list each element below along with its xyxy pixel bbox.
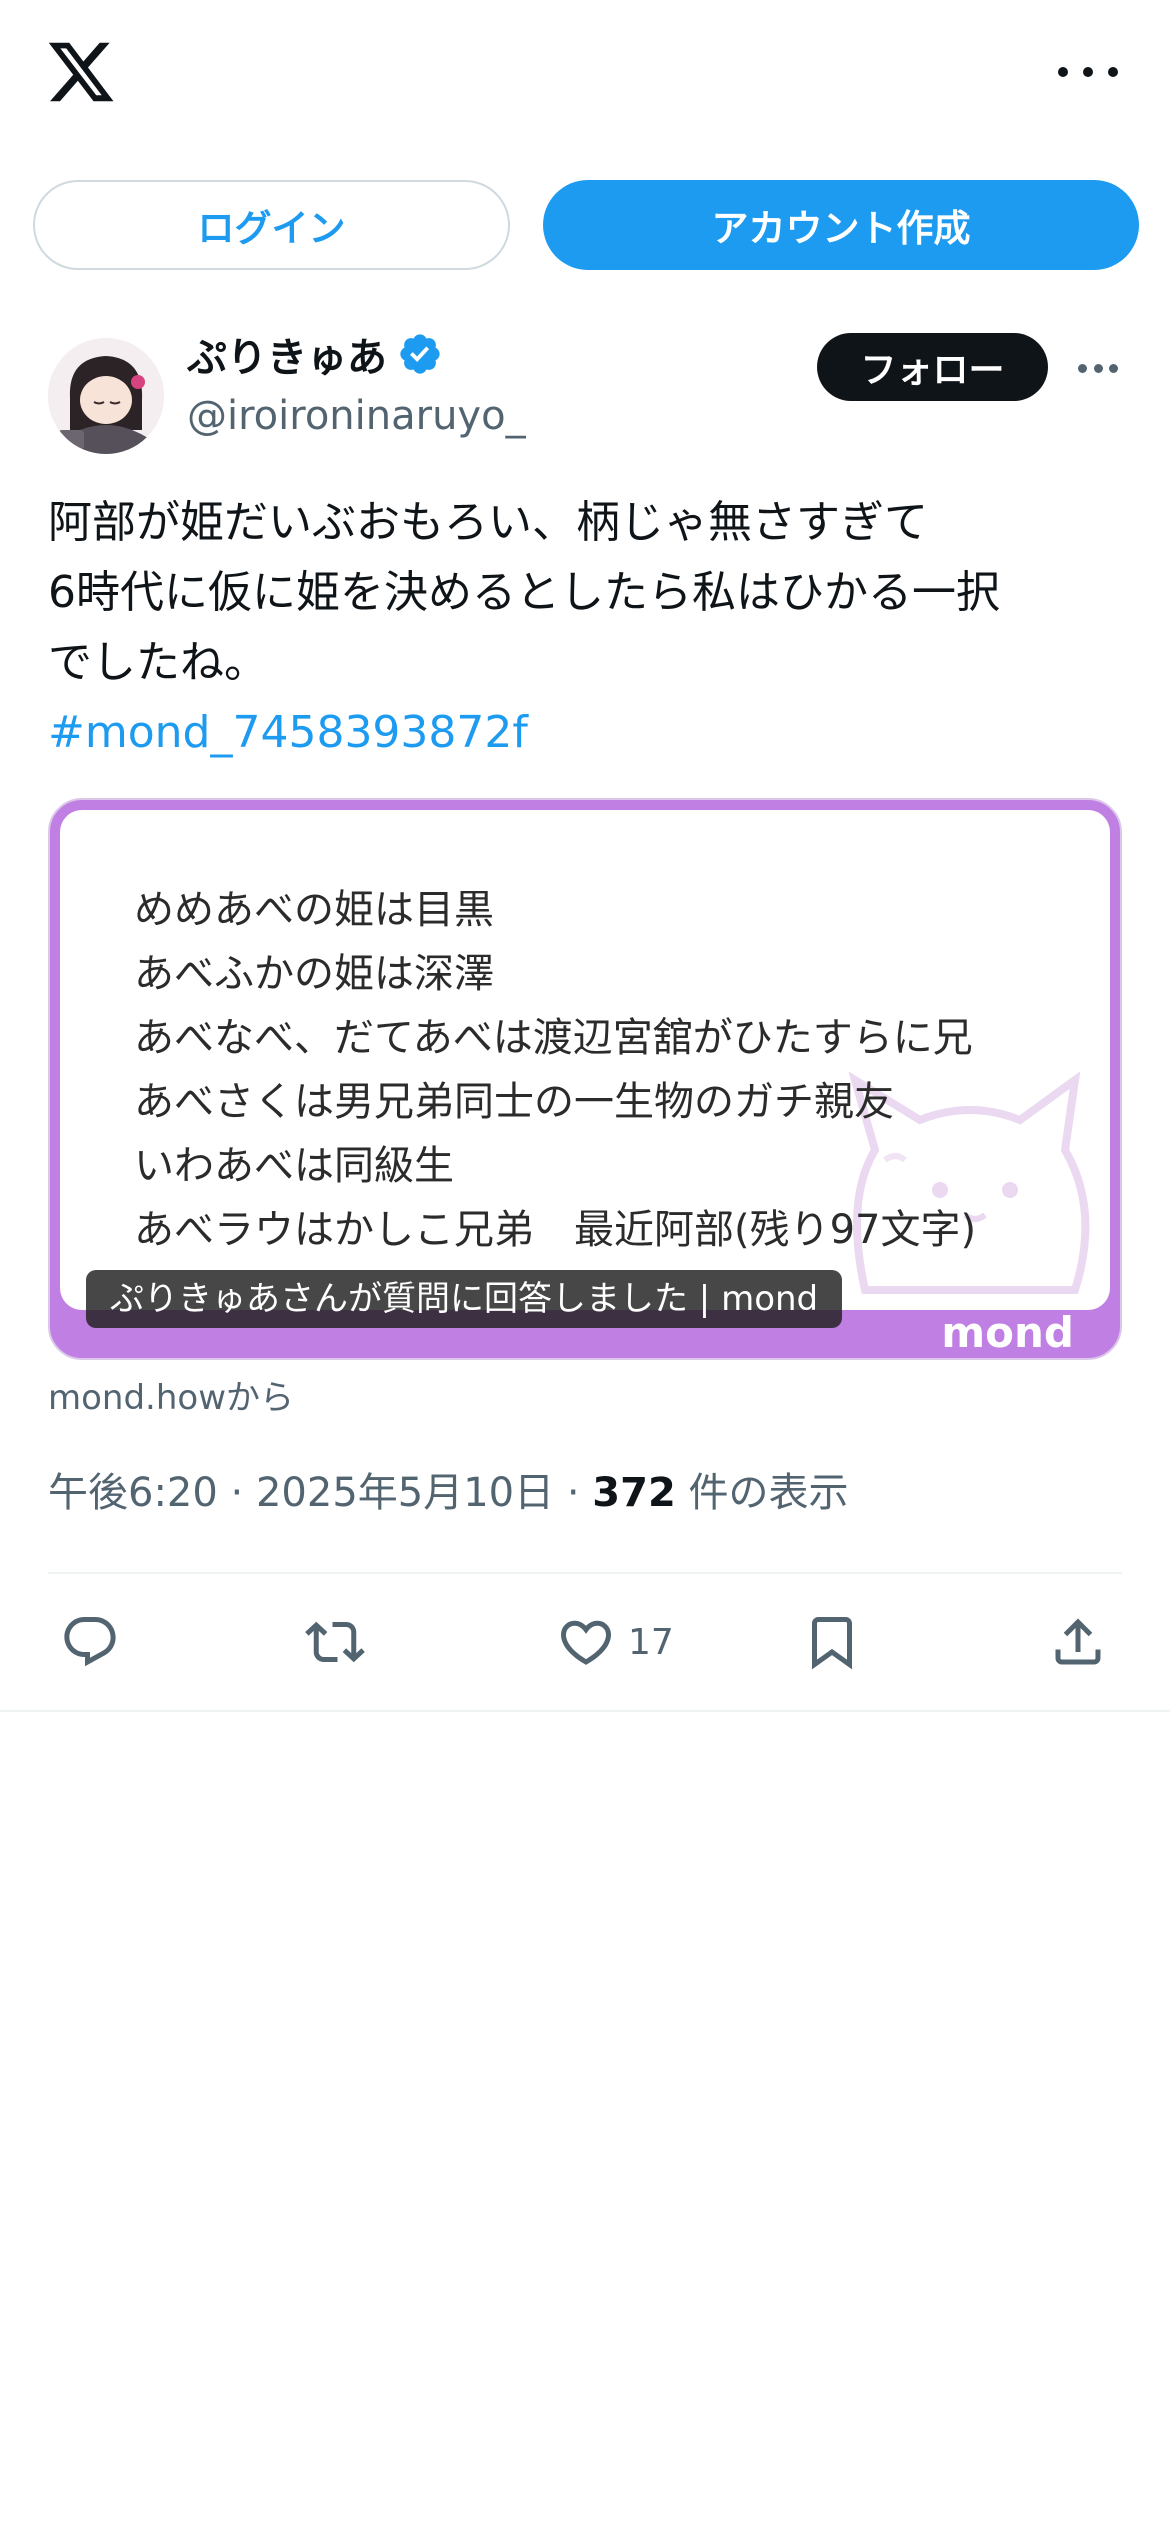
verified-badge-icon bbox=[397, 331, 443, 377]
divider bbox=[0, 1710, 1170, 1712]
card-line: あべラウはかしこ兄弟 最近阿部(残り97文字) bbox=[134, 1207, 977, 1253]
card-line: いわあべは同級生 bbox=[134, 1143, 454, 1189]
tweet-line: でしたね。 bbox=[48, 637, 268, 688]
reply-icon bbox=[64, 1617, 116, 1667]
hashtag-link[interactable]: #mond_7458393872f bbox=[48, 698, 1128, 768]
card-image: めめあべの姫は目黒 あべふかの姫は深澤 あべなべ、だてあべは渡辺宮舘がひたすらに… bbox=[60, 810, 1110, 1310]
tweet-line: 6時代に仮に姫を決めるとしたら私はひかる一択 bbox=[48, 567, 1000, 618]
tweet-more-icon[interactable] bbox=[1078, 364, 1118, 374]
author-name-text[interactable]: ぷりきゅあ bbox=[187, 325, 387, 383]
tweet-line: 阿部が姫だいぶおもろい、柄じゃ無さすぎて bbox=[48, 497, 928, 548]
share-button[interactable] bbox=[1048, 1604, 1108, 1680]
tweet-meta: 午後6:20 · 2025年5月10日 · 372 件の表示 bbox=[48, 1460, 849, 1518]
bookmark-icon bbox=[812, 1617, 852, 1670]
card-source[interactable]: mond.howから bbox=[48, 1370, 294, 1419]
heart-icon bbox=[560, 1620, 612, 1665]
more-horizontal-icon[interactable] bbox=[1058, 52, 1118, 92]
x-logo-icon[interactable] bbox=[44, 36, 118, 108]
views-label: 件の表示 bbox=[688, 1470, 849, 1516]
like-button[interactable]: 17 bbox=[556, 1604, 674, 1680]
author-handle[interactable]: @iroironinaruyo_ bbox=[187, 393, 526, 439]
share-icon bbox=[1055, 1618, 1101, 1665]
card-line: めめあべの姫は目黒 bbox=[134, 887, 494, 933]
login-button[interactable]: ログイン bbox=[33, 180, 510, 270]
link-card[interactable]: めめあべの姫は目黒 あべふかの姫は深澤 あべなべ、だてあべは渡辺宮舘がひたすらに… bbox=[48, 798, 1122, 1360]
card-brand-logo: mond bbox=[941, 1308, 1074, 1357]
reply-button[interactable] bbox=[60, 1604, 120, 1680]
tweet-time[interactable]: 午後6:20 bbox=[48, 1470, 218, 1516]
author-display-name[interactable]: ぷりきゅあ bbox=[187, 325, 443, 383]
card-line: あべなべ、だてあべは渡辺宮舘がひたすらに兄 bbox=[134, 1015, 973, 1061]
card-line: あべふかの姫は深澤 bbox=[134, 951, 494, 997]
divider bbox=[48, 1572, 1122, 1574]
retweet-icon bbox=[305, 1621, 365, 1663]
tweet-date[interactable]: 2025年5月10日 bbox=[256, 1470, 554, 1516]
avatar[interactable] bbox=[48, 338, 164, 454]
meta-separator: · bbox=[230, 1470, 244, 1516]
meta-separator: · bbox=[566, 1470, 580, 1516]
card-text: めめあべの姫は目黒 あべふかの姫は深澤 あべなべ、だてあべは渡辺宮舘がひたすらに… bbox=[134, 878, 976, 1262]
views-count: 372 bbox=[592, 1470, 676, 1516]
tweet-text: 阿部が姫だいぶおもろい、柄じゃ無さすぎて 6時代に仮に姫を決めるとしたら私はひか… bbox=[48, 488, 1128, 768]
like-count: 17 bbox=[628, 1621, 674, 1663]
signup-button[interactable]: アカウント作成 bbox=[543, 180, 1139, 270]
follow-button[interactable]: フォロー bbox=[817, 333, 1048, 401]
retweet-button[interactable] bbox=[305, 1604, 365, 1680]
card-line: あべさくは男兄弟同士の一生物のガチ親友 bbox=[134, 1079, 894, 1125]
bookmark-button[interactable] bbox=[802, 1604, 862, 1680]
card-title: ぷりきゅあさんが質問に回答しました | mond bbox=[86, 1270, 843, 1328]
